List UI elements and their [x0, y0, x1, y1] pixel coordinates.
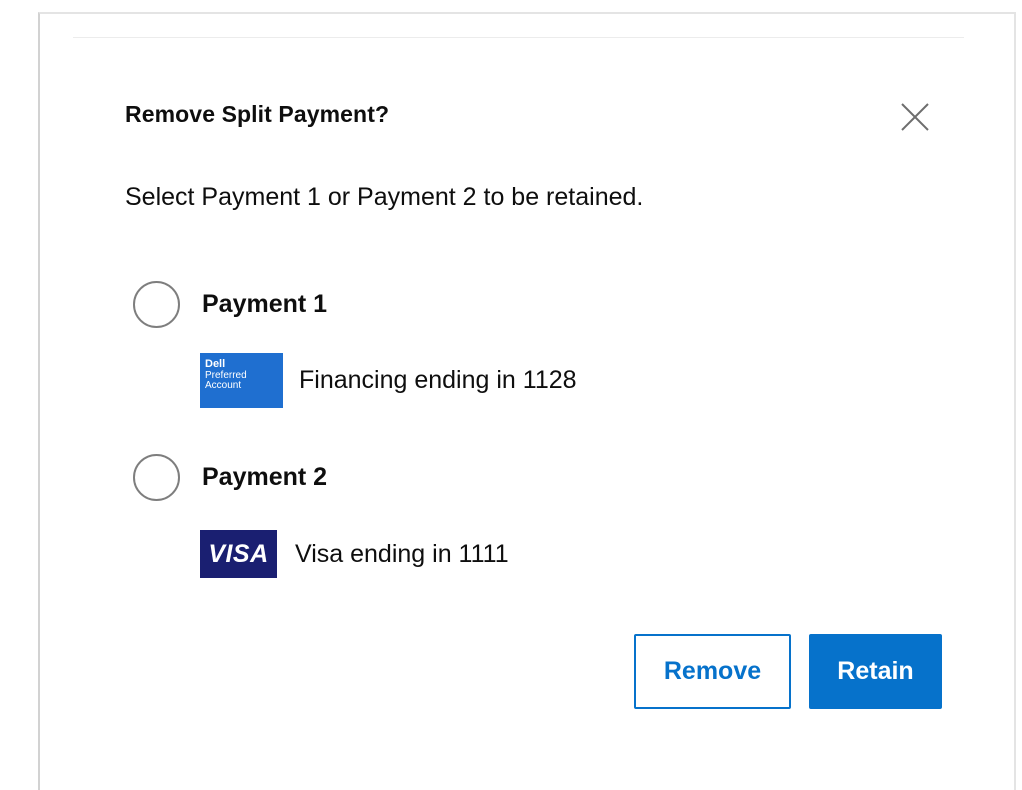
close-icon — [901, 103, 929, 131]
payment-1-option[interactable]: Payment 1 — [133, 281, 327, 328]
payment-2-method: VISA Visa ending in 1111 — [200, 530, 509, 578]
remove-split-payment-dialog: Remove Split Payment? Select Payment 1 o… — [0, 0, 1022, 790]
payment-2-radio[interactable] — [133, 454, 180, 501]
payment-1-label: Payment 1 — [202, 290, 328, 318]
payment-1-radio[interactable] — [133, 281, 180, 328]
payment-1-method: Dell Preferred Account Financing ending … — [200, 353, 577, 408]
remove-button[interactable]: Remove — [634, 634, 791, 709]
payment-2-method-text: Visa ending in 1111 — [295, 539, 509, 568]
payment-2-label: Payment 2 — [202, 463, 328, 491]
visa-logo: VISA — [200, 530, 277, 578]
retain-button[interactable]: Retain — [809, 634, 942, 709]
dialog-title: Remove Split Payment? — [125, 101, 390, 127]
payment-2-option[interactable]: Payment 2 — [133, 454, 327, 501]
payment-1-method-text: Financing ending in 1128 — [299, 366, 577, 394]
close-button[interactable] — [898, 100, 932, 134]
dialog-instructions: Select Payment 1 or Payment 2 to be reta… — [125, 183, 644, 211]
dell-preferred-account-logo: Dell Preferred Account — [200, 353, 283, 408]
